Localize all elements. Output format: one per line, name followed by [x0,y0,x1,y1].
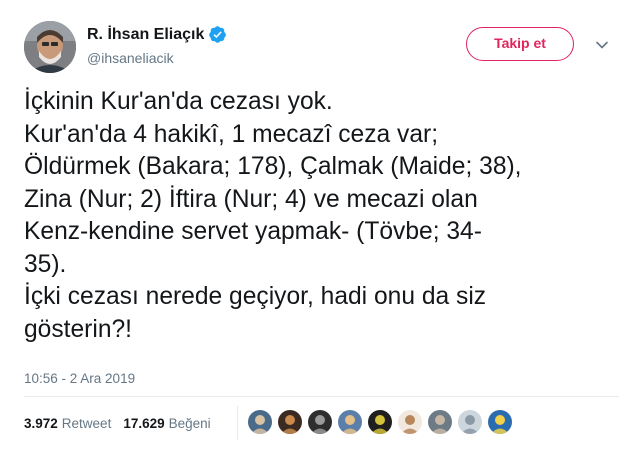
like-count: 17.629 [123,416,165,431]
retweet-label: Retweet [61,416,112,431]
tweet-line: İçki cezası nerede geçiyor, hadi onu da … [24,283,487,310]
tweet-card: R. İhsan Eliaçık @ihsaneliacik Takip et … [0,0,635,451]
retweet-stat[interactable]: 3.972 Retweet [24,416,111,431]
liker-avatar-7[interactable] [428,410,452,434]
stats-separator [237,406,238,440]
liker-avatars [248,410,518,434]
retweet-count: 3.972 [24,416,58,431]
tweet-line: Öldürmek (Bakara; 178), Çalmak (Maide; 3… [24,153,522,180]
liker-avatar-8[interactable] [458,410,482,434]
display-name-text: R. İhsan Eliaçık [87,25,205,43]
tweet-timestamp[interactable]: 10:56 - 2 Ara 2019 [24,371,135,386]
tweet-text: İçkinin Kur'an'da cezası yok. Kur'an'da … [24,86,624,346]
user-display-name[interactable]: R. İhsan Eliaçık [87,25,227,44]
follow-button[interactable]: Takip et [466,27,574,61]
liker-avatar-9[interactable] [488,410,512,434]
tweet-line: Kur'an'da 4 hakikî, 1 mecazî ceza var; [24,120,439,148]
tweet-line: gösterin?! [24,315,133,343]
divider [24,396,619,397]
verified-badge-icon [208,25,227,44]
tweet-line: İçkinin Kur'an'da cezası yok. [24,88,333,115]
user-handle[interactable]: @ihsaneliacik [87,50,174,66]
liker-avatar-3[interactable] [308,410,332,434]
liker-avatar-1[interactable] [248,410,272,434]
chevron-down-icon[interactable] [595,38,609,52]
tweet-line: Kenz-kendine servet yapmak- (Tövbe; 34- [24,218,482,245]
liker-avatar-5[interactable] [368,410,392,434]
avatar-photo-icon [24,21,76,73]
liker-avatar-4[interactable] [338,410,362,434]
liker-avatar-6[interactable] [398,410,422,434]
like-stat[interactable]: 17.629 Beğeni [123,416,210,431]
tweet-stats: 3.972 Retweet 17.629 Beğeni [24,416,211,431]
liker-avatar-2[interactable] [278,410,302,434]
user-avatar[interactable] [24,21,76,73]
tweet-line: 35). [24,250,67,278]
like-label: Beğeni [168,416,211,431]
tweet-line: Zina (Nur; 2) İftira (Nur; 4) ve mecazi … [24,185,478,213]
